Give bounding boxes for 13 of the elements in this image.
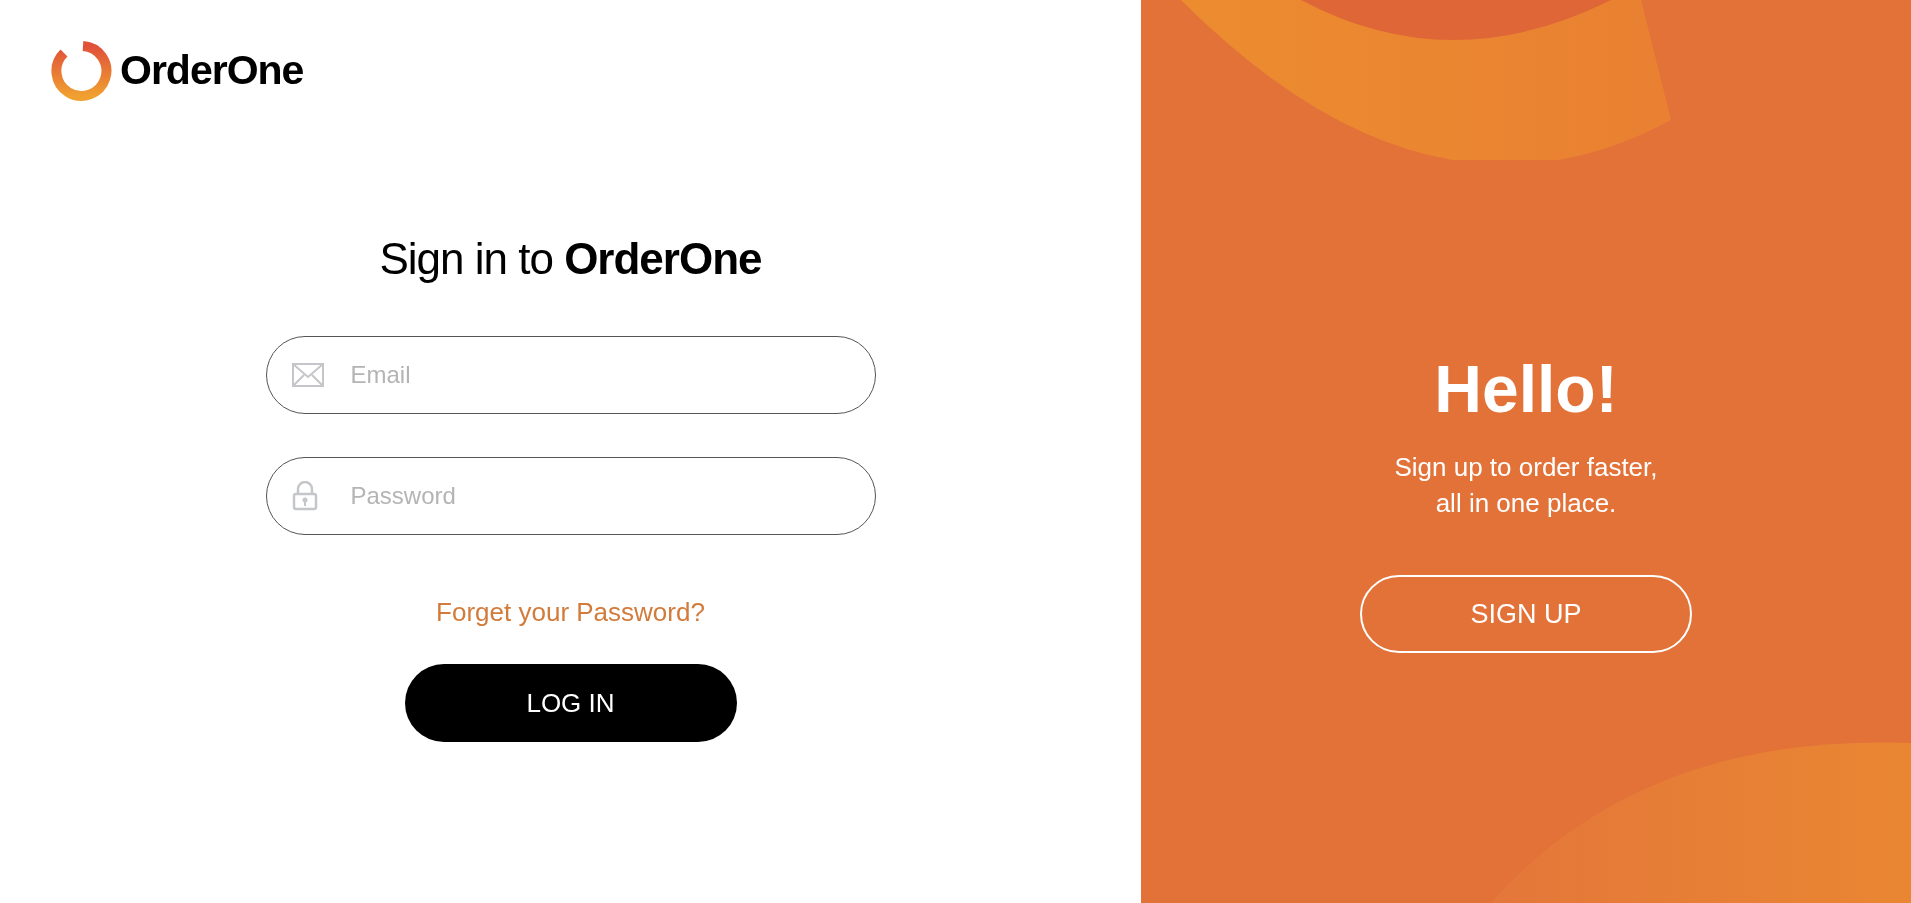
forgot-password-link[interactable]: Forget your Password?: [436, 593, 705, 632]
logo-icon: [50, 40, 112, 102]
login-button[interactable]: LOG IN: [404, 664, 737, 742]
promo-text: Sign up to order faster,: [1394, 450, 1658, 484]
envelope-icon: [291, 363, 324, 387]
lock-icon: [291, 481, 318, 511]
sign-in-heading: Sign in to OrderOne: [379, 233, 762, 285]
promo-heading: Hello!: [1434, 350, 1618, 428]
password-field[interactable]: Password: [265, 457, 876, 535]
sign-up-button[interactable]: SIGN UP: [1360, 575, 1692, 654]
brand-name: OrderOne: [120, 46, 304, 96]
email-field[interactable]: Email: [265, 336, 876, 414]
promo-text: all in one place.: [1434, 487, 1618, 521]
